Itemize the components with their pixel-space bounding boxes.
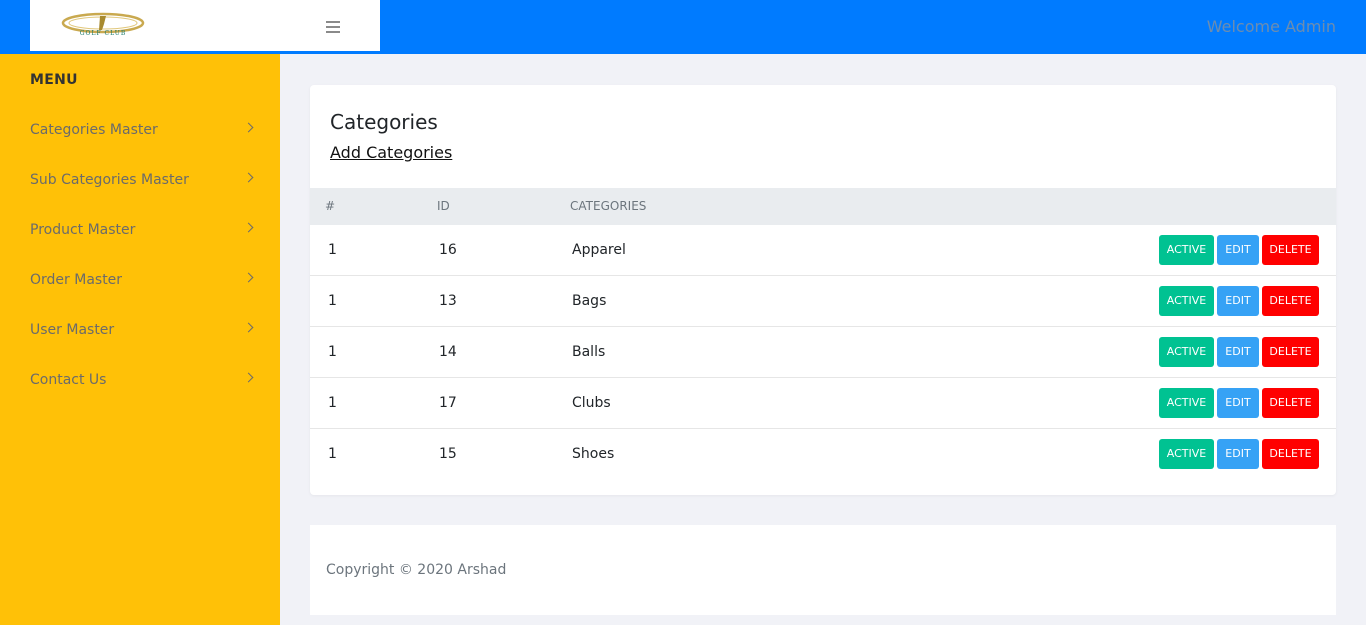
brand-area: GOLF CLUB: [30, 0, 380, 51]
edit-button[interactable]: EDIT: [1217, 337, 1259, 367]
sidebar-item-label: Product Master: [30, 222, 136, 238]
sidebar-item-label: Contact Us: [30, 372, 107, 388]
row-actions: ACTIVE EDIT DELETE: [1156, 388, 1319, 418]
edit-button[interactable]: EDIT: [1217, 286, 1259, 316]
column-header-categories: CATEGORIES: [570, 199, 647, 213]
menu-title: MENU: [30, 72, 78, 88]
edit-button[interactable]: EDIT: [1217, 235, 1259, 265]
sidebar-item-product-master[interactable]: Product Master: [0, 210, 280, 260]
golf-club-logo[interactable]: [50, 10, 156, 44]
hamburger-menu-icon[interactable]: [326, 21, 340, 33]
column-header-number: #: [325, 199, 336, 213]
sidebar-item-label: Sub Categories Master: [30, 172, 189, 188]
chevron-right-icon: [243, 322, 254, 333]
column-header-id: ID: [437, 199, 450, 213]
sidebar-item-contact-us[interactable]: Contact Us: [0, 360, 280, 410]
sidebar-item-user-master[interactable]: User Master: [0, 310, 280, 360]
active-button[interactable]: ACTIVE: [1159, 235, 1214, 265]
logo-text: GOLF CLUB: [79, 30, 127, 37]
page-title: Categories: [330, 110, 438, 134]
top-header: GOLF CLUB Welcome Admin: [0, 0, 1366, 54]
row-number: 1: [328, 293, 337, 309]
menu-list: Categories Master Sub Categories Master …: [0, 110, 280, 410]
row-id: 16: [439, 242, 457, 258]
active-button[interactable]: ACTIVE: [1159, 388, 1214, 418]
active-button[interactable]: ACTIVE: [1159, 337, 1214, 367]
chevron-right-icon: [243, 122, 254, 133]
row-category: Clubs: [572, 395, 611, 411]
chevron-right-icon: [243, 222, 254, 233]
delete-button[interactable]: DELETE: [1262, 388, 1319, 418]
sidebar: MENU Categories Master Sub Categories Ma…: [0, 54, 280, 625]
row-number: 1: [328, 344, 337, 360]
chevron-right-icon: [243, 372, 254, 383]
table-row: 1 16 Apparel ACTIVE EDIT DELETE: [310, 225, 1336, 276]
row-number: 1: [328, 242, 337, 258]
row-id: 13: [439, 293, 457, 309]
footer: Copyright © 2020 Arshad: [310, 525, 1336, 615]
row-actions: ACTIVE EDIT DELETE: [1156, 286, 1319, 316]
row-category: Bags: [572, 293, 607, 309]
row-actions: ACTIVE EDIT DELETE: [1156, 337, 1319, 367]
row-actions: ACTIVE EDIT DELETE: [1156, 439, 1319, 469]
table-row: 1 17 Clubs ACTIVE EDIT DELETE: [310, 378, 1336, 429]
edit-button[interactable]: EDIT: [1217, 388, 1259, 418]
table-row: 1 14 Balls ACTIVE EDIT DELETE: [310, 327, 1336, 378]
delete-button[interactable]: DELETE: [1262, 439, 1319, 469]
table-row: 1 15 Shoes ACTIVE EDIT DELETE: [310, 429, 1336, 480]
active-button[interactable]: ACTIVE: [1159, 439, 1214, 469]
table-header: # ID CATEGORIES: [310, 188, 1336, 225]
edit-button[interactable]: EDIT: [1217, 439, 1259, 469]
sidebar-item-order-master[interactable]: Order Master: [0, 260, 280, 310]
table-row: 1 13 Bags ACTIVE EDIT DELETE: [310, 276, 1336, 327]
row-id: 17: [439, 395, 457, 411]
add-categories-link[interactable]: Add Categories: [330, 143, 452, 162]
welcome-text: Welcome Admin: [1206, 17, 1336, 36]
sidebar-item-label: Order Master: [30, 272, 123, 288]
row-id: 15: [439, 446, 457, 462]
row-category: Shoes: [572, 446, 615, 462]
sidebar-item-categories-master[interactable]: Categories Master: [0, 110, 280, 160]
row-id: 14: [439, 344, 457, 360]
copyright-text: Copyright © 2020 Arshad: [326, 562, 507, 578]
row-actions: ACTIVE EDIT DELETE: [1156, 235, 1319, 265]
row-number: 1: [328, 395, 337, 411]
chevron-right-icon: [243, 172, 254, 183]
row-number: 1: [328, 446, 337, 462]
sidebar-item-sub-categories-master[interactable]: Sub Categories Master: [0, 160, 280, 210]
categories-card: Categories Add Categories # ID CATEGORIE…: [310, 85, 1336, 495]
sidebar-item-label: Categories Master: [30, 122, 158, 138]
delete-button[interactable]: DELETE: [1262, 337, 1319, 367]
chevron-right-icon: [243, 272, 254, 283]
row-category: Balls: [572, 344, 606, 360]
active-button[interactable]: ACTIVE: [1159, 286, 1214, 316]
delete-button[interactable]: DELETE: [1262, 235, 1319, 265]
row-category: Apparel: [572, 242, 626, 258]
sidebar-item-label: User Master: [30, 322, 115, 338]
table-body: 1 16 Apparel ACTIVE EDIT DELETE 1 13 Bags …: [310, 225, 1336, 480]
delete-button[interactable]: DELETE: [1262, 286, 1319, 316]
